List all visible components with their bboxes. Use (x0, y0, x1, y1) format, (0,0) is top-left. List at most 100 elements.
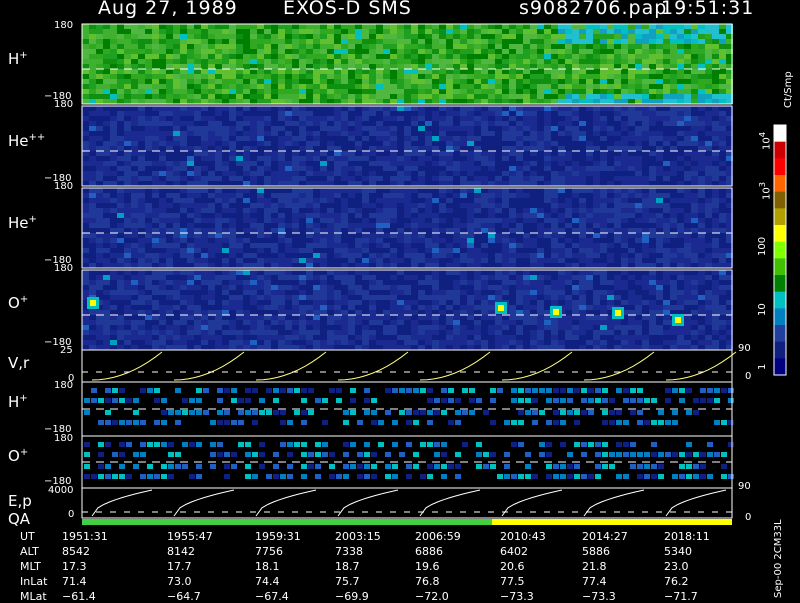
heat-cell (698, 208, 705, 213)
heat-cell (670, 253, 677, 258)
heat-cell (166, 49, 173, 54)
heat-cell (719, 116, 726, 121)
heat-cell (271, 141, 278, 146)
heat-cell (229, 253, 236, 258)
heat-cell (649, 54, 656, 59)
heat-cell (229, 223, 236, 228)
heat-cell (180, 121, 187, 126)
heat-cell (194, 126, 201, 131)
heat-cell (208, 79, 215, 84)
heat-cell (313, 84, 320, 89)
heat-cell (607, 126, 614, 131)
heat-cell (404, 141, 411, 146)
heat-cell (320, 218, 327, 223)
heat-cell (348, 263, 355, 268)
heat-cell (656, 218, 663, 223)
heat-cell (383, 228, 390, 233)
heat-cell (292, 29, 299, 34)
heat-cell (271, 89, 278, 94)
heat-cell (341, 74, 348, 79)
heat-cell (390, 121, 397, 126)
heat-cell (201, 263, 208, 268)
heat-cell (670, 176, 677, 181)
heat-cell (572, 181, 579, 186)
heat-cell (663, 203, 670, 208)
heat-cell (82, 106, 89, 111)
heat-cell (572, 69, 579, 74)
heat-cell (299, 94, 306, 99)
heat-cell (222, 285, 229, 290)
heat-cell (145, 116, 152, 121)
heat-cell (446, 44, 453, 49)
heat-cell (187, 310, 194, 315)
heat-cell (544, 188, 551, 193)
heat-cell (208, 335, 215, 340)
heat-cell (572, 176, 579, 181)
heat-cell (89, 116, 96, 121)
heat-cell (579, 203, 586, 208)
heat-cell (530, 263, 537, 268)
heat-cell (222, 94, 229, 99)
heat-cell (264, 300, 271, 305)
heat-cell (257, 270, 264, 275)
heat-cell (488, 136, 495, 141)
heat-cell (656, 151, 663, 156)
heat-cell (362, 166, 369, 171)
heat-cell (201, 208, 208, 213)
heat-cell (89, 218, 96, 223)
heat-cell (222, 44, 229, 49)
heat-cell (341, 213, 348, 218)
heat-cell (481, 263, 488, 268)
heat-cell (397, 228, 404, 233)
heat-cell (173, 49, 180, 54)
heat-cell (719, 44, 726, 49)
heat-cell (166, 335, 173, 340)
heat-cell (89, 146, 96, 151)
heat-cell (138, 121, 145, 126)
heat-cell (306, 49, 313, 54)
heat-cell (404, 146, 411, 151)
heat-cell (558, 64, 565, 69)
heat-cell (348, 116, 355, 121)
heat-cell (502, 126, 509, 131)
heat-cell (89, 131, 96, 136)
heat-cell (82, 156, 89, 161)
heat-cell (628, 39, 635, 44)
heat-cell (600, 29, 607, 34)
heat-cell (166, 213, 173, 218)
heat-cell (432, 233, 439, 238)
heat-cell (152, 94, 159, 99)
heat-cell (698, 131, 705, 136)
heat-cell (460, 94, 467, 99)
heat-cell (600, 176, 607, 181)
heat-cell (299, 34, 306, 39)
heat-cell (243, 198, 250, 203)
heat-cell (250, 213, 257, 218)
heat-cell (138, 24, 145, 29)
heat-cell (509, 84, 516, 89)
heat-cell (362, 79, 369, 84)
heat-cell (201, 29, 208, 34)
heat-cell (271, 243, 278, 248)
heat-cell (222, 335, 229, 340)
heat-cell (313, 151, 320, 156)
heat-cell (257, 24, 264, 29)
heat-cell (306, 290, 313, 295)
heat-cell (677, 39, 684, 44)
heat-cell (481, 188, 488, 193)
heat-cell (453, 166, 460, 171)
heat-cell (698, 161, 705, 166)
heat-cell (131, 280, 138, 285)
heat-cell (103, 39, 110, 44)
heat-cell (362, 136, 369, 141)
heat-cell (397, 69, 404, 74)
heat-cell (82, 280, 89, 285)
heat-cell (439, 74, 446, 79)
heat-cell (96, 248, 103, 253)
heat-cell (516, 131, 523, 136)
heat-cell (642, 203, 649, 208)
heat-cell (516, 253, 523, 258)
heat-cell (397, 238, 404, 243)
heat-cell (110, 146, 117, 151)
heat-cell (250, 228, 257, 233)
